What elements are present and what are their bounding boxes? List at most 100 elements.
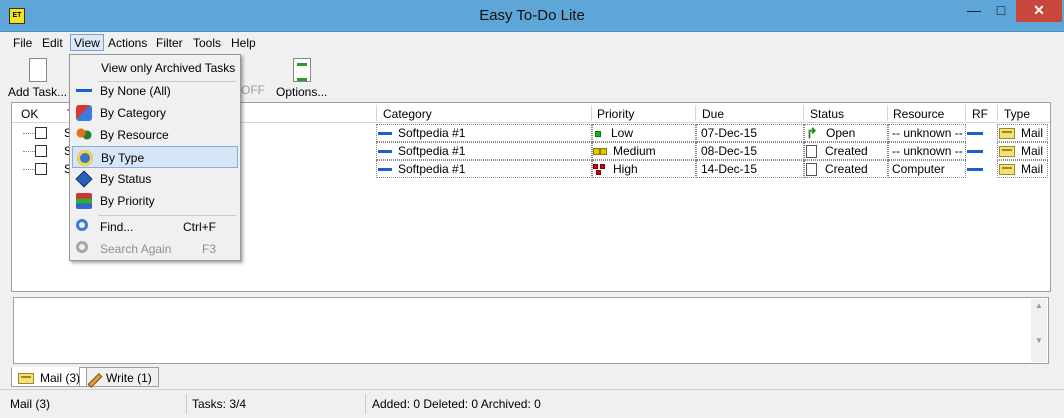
status-text: Open [826, 126, 856, 140]
type-text: Mail [1021, 162, 1044, 176]
menu-bar: File Edit View Actions Filter Tools Help [0, 32, 1064, 54]
pencil-icon [86, 373, 100, 385]
menu-item-by-resource[interactable]: By Resource [72, 124, 238, 146]
ok-checkbox[interactable] [35, 145, 47, 157]
resource-cell: Computer [892, 162, 945, 176]
priority-cell: High [593, 162, 638, 176]
resource-people-icon [76, 127, 92, 143]
mail-icon [999, 128, 1015, 140]
col-status[interactable]: Status [810, 107, 844, 121]
category-cell: Softpedia #1 [378, 162, 465, 176]
open-arrow-icon: ↱ [806, 125, 818, 142]
ok-checkbox[interactable] [35, 163, 47, 175]
type-icon [77, 150, 93, 166]
menu-view[interactable]: View [70, 34, 104, 51]
tab-label: Write (1) [106, 371, 152, 385]
tab-mail[interactable]: Mail (3) [11, 367, 88, 387]
resource-cell: -- unknown -- [892, 144, 963, 158]
magnifier-disabled-icon [76, 241, 88, 253]
created-page-icon [806, 163, 817, 177]
bottom-tabs: Mail (3) Write (1) [11, 367, 1051, 387]
menu-item-search-again[interactable]: Search Again F3 [72, 238, 238, 260]
due-cell: 08-Dec-15 [701, 144, 758, 158]
rf-dash-icon [967, 150, 983, 153]
mail-icon [18, 373, 34, 385]
status-bar: Mail (3) Tasks: 3/4 Added: 0 Deleted: 0 … [0, 389, 1064, 418]
add-task-button[interactable]: Add Task... [8, 58, 67, 99]
view-menu-dropdown: View only Archived Tasks By None (All) B… [69, 54, 241, 261]
status-mail: Mail (3) [6, 394, 187, 414]
col-ok[interactable]: OK [21, 107, 38, 121]
menu-item-archived[interactable]: View only Archived Tasks [72, 57, 238, 79]
menu-file[interactable]: File [10, 35, 35, 52]
type-text: Mail [1021, 144, 1044, 158]
tree-connector [23, 151, 35, 152]
type-text: Mail [1021, 126, 1044, 140]
options-button[interactable]: Options... [276, 58, 327, 99]
col-priority[interactable]: Priority [597, 107, 634, 121]
window-title: Easy To-Do Lite [479, 7, 585, 24]
notes-textarea[interactable]: ▲ ▼ [13, 297, 1049, 364]
maximize-button[interactable]: □ [989, 0, 1013, 22]
menu-help[interactable]: Help [228, 35, 259, 52]
resource-cell: -- unknown -- [892, 126, 963, 140]
category-icon [76, 105, 92, 121]
col-type[interactable]: Type [1004, 107, 1030, 121]
minimize-button[interactable]: — [962, 0, 986, 22]
menu-item-label: By Priority [100, 194, 155, 208]
type-cell: Mail [999, 162, 1043, 176]
col-category[interactable]: Category [383, 107, 432, 121]
menu-actions[interactable]: Actions [105, 35, 150, 52]
col-divider [591, 105, 592, 121]
status-summary: Added: 0 Deleted: 0 Archived: 0 [372, 397, 541, 411]
menu-tools[interactable]: Tools [190, 35, 224, 52]
col-divider [695, 105, 696, 121]
menu-item-label: Search Again [100, 242, 172, 256]
col-divider [997, 105, 998, 121]
notes-scrollbar[interactable]: ▲ ▼ [1031, 299, 1047, 362]
type-cell: Mail [999, 144, 1043, 158]
menu-item-find[interactable]: Find... Ctrl+F [72, 216, 238, 238]
off-toggle[interactable]: OFF [241, 83, 265, 97]
col-divider [965, 105, 966, 121]
priority-icon [76, 193, 92, 209]
category-dash-icon [378, 150, 392, 154]
priority-medium-icon [593, 148, 607, 156]
priority-text: Medium [613, 144, 656, 158]
menu-item-by-priority[interactable]: By Priority [72, 190, 238, 212]
col-due[interactable]: Due [702, 107, 724, 121]
menu-item-label: By Category [100, 106, 167, 120]
priority-cell: Medium [593, 144, 656, 158]
category-dash-icon [378, 132, 392, 136]
category-text: Softpedia #1 [398, 144, 466, 158]
tab-label: Mail (3) [40, 371, 81, 385]
due-cell: 14-Dec-15 [701, 162, 758, 176]
menu-item-by-type[interactable]: By Type [72, 146, 238, 168]
dash-icon [76, 89, 92, 92]
menu-item-label: By None (All) [100, 84, 171, 98]
scroll-up-icon[interactable]: ▲ [1031, 299, 1047, 313]
col-rf[interactable]: RF [972, 107, 988, 121]
title-bar: ET Easy To-Do Lite — □ ✕ [0, 0, 1064, 32]
menu-item-by-category[interactable]: By Category [72, 102, 238, 124]
menu-item-by-none[interactable]: By None (All) [72, 80, 238, 102]
tab-write[interactable]: Write (1) [79, 367, 159, 387]
menu-item-by-status[interactable]: By Status [72, 168, 238, 190]
priority-text: High [613, 162, 638, 176]
menu-edit[interactable]: Edit [39, 35, 66, 52]
priority-text: Low [611, 126, 634, 140]
category-text: Softpedia #1 [398, 126, 466, 140]
mail-icon [999, 164, 1015, 176]
close-button[interactable]: ✕ [1016, 0, 1062, 22]
status-cell: Created [806, 144, 868, 159]
status-cell: Created [806, 162, 868, 177]
tree-connector [23, 169, 35, 170]
menu-filter[interactable]: Filter [153, 35, 186, 52]
rf-dash-icon [967, 168, 983, 171]
col-divider [376, 105, 377, 121]
ok-checkbox[interactable] [35, 127, 47, 139]
created-page-icon [806, 145, 817, 159]
col-resource[interactable]: Resource [893, 107, 944, 121]
menu-item-label: By Resource [100, 128, 169, 142]
scroll-down-icon[interactable]: ▼ [1031, 334, 1047, 348]
